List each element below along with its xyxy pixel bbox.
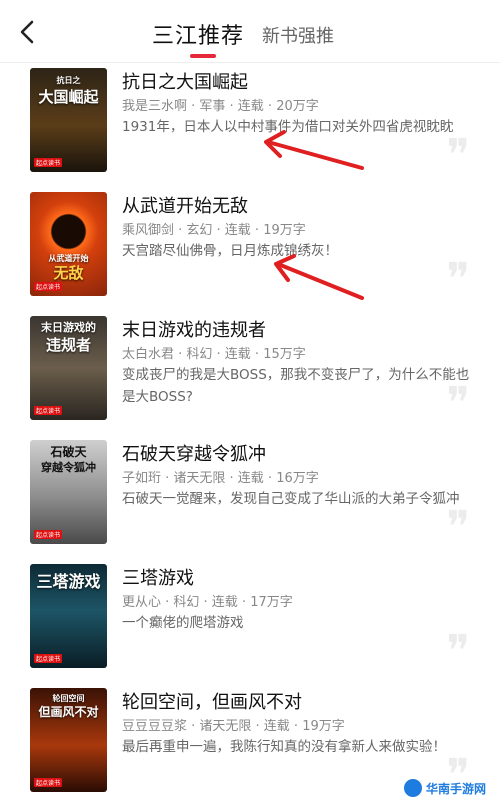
book-meta: 我是三水啊 · 军事 · 连载 · 20万字: [122, 99, 319, 114]
book-title[interactable]: 从武道开始无敌: [122, 192, 248, 218]
cover-brand: 起点读书: [34, 406, 63, 415]
book-title[interactable]: 末日游戏的违规者: [122, 316, 266, 342]
quote-icon: ❞: [446, 254, 470, 305]
cover-subtitle: 轮回空间: [52, 693, 85, 703]
cover-brand: 起点读书: [34, 654, 63, 663]
active-tab-indicator: [190, 54, 216, 58]
quote-icon: ❞: [446, 378, 470, 429]
book-item[interactable]: 三塔游戏 起点读书 三塔游戏 更从心 · 科幻 · 连载 · 17万字 一个癫佬…: [0, 558, 500, 682]
book-meta: 更从心 · 科幻 · 连载 · 17万字: [122, 595, 293, 610]
book-meta: 子如珩 · 诸天无限 · 连载 · 16万字: [122, 471, 319, 486]
site-watermark: 华南手游网: [397, 777, 492, 799]
back-arrow-icon[interactable]: [14, 18, 42, 46]
book-item[interactable]: 石破天 穿越令狐冲 起点读书 石破天穿越令狐冲 子如珩 · 诸天无限 · 连载 …: [0, 434, 500, 558]
book-desc: 石破天一觉醒来，发现自己变成了华山派的大弟子令狐冲: [122, 491, 460, 507]
book-cover[interactable]: 从武道开始 无敌 起点读书: [30, 192, 107, 296]
book-cover[interactable]: 三塔游戏 起点读书: [30, 564, 107, 668]
book-desc: 一个癫佬的爬塔游戏: [122, 615, 244, 631]
book-meta: 乘风御剑 · 玄幻 · 连载 · 19万字: [122, 223, 306, 238]
book-title[interactable]: 石破天穿越令狐冲: [122, 440, 266, 466]
book-cover[interactable]: 轮回空间 但画风不对 起点读书: [30, 688, 107, 792]
cover-brand: 起点读书: [34, 282, 63, 291]
cover-title: 但画风不对: [38, 705, 99, 719]
book-title[interactable]: 抗日之大国崛起: [122, 68, 248, 94]
book-item[interactable]: 抗日之 大国崛起 起点读书 抗日之大国崛起 我是三水啊 · 军事 · 连载 · …: [0, 62, 500, 186]
book-title[interactable]: 三塔游戏: [122, 564, 194, 590]
book-cover[interactable]: 抗日之 大国崛起 起点读书: [30, 68, 107, 172]
quote-icon: ❞: [446, 626, 470, 677]
tab-sanjiang[interactable]: 三江推荐: [152, 18, 244, 50]
cover-brand: 起点读书: [34, 158, 63, 167]
cover-title: 无敌: [53, 264, 84, 282]
book-title[interactable]: 轮回空间，但画风不对: [122, 688, 302, 714]
cover-subtitle: 石破天: [50, 445, 87, 459]
cover-subtitle: 抗日之: [56, 75, 81, 85]
cover-title: 三塔游戏: [36, 572, 101, 591]
watermark-logo-icon: [403, 779, 422, 797]
watermark-text: 华南手游网: [425, 781, 486, 796]
annotation-arrow-icon: [274, 254, 364, 300]
tab-new-books[interactable]: 新书强推: [262, 22, 334, 48]
cover-title: 穿越令狐冲: [41, 461, 96, 474]
book-item[interactable]: 末日游戏的 违规者 起点读书 末日游戏的违规者 太白水君 · 科幻 · 连载 ·…: [0, 310, 500, 434]
cover-title: 大国崛起: [38, 88, 99, 106]
book-list: 抗日之 大国崛起 起点读书 抗日之大国崛起 我是三水啊 · 军事 · 连载 · …: [0, 62, 500, 806]
cover-brand: 起点读书: [34, 778, 63, 787]
top-bar: 三江推荐 新书强推: [0, 0, 500, 63]
book-cover[interactable]: 末日游戏的 违规者 起点读书: [30, 316, 107, 420]
cover-subtitle: 从武道开始: [48, 253, 89, 263]
quote-icon: ❞: [446, 130, 470, 181]
cover-brand: 起点读书: [34, 530, 63, 539]
annotation-arrow-icon: [264, 130, 364, 170]
book-desc: 最后再重申一遍，我陈行知真的没有拿新人来做实验！: [122, 739, 446, 755]
cover-title: 违规者: [45, 336, 91, 354]
book-meta: 豆豆豆豆浆 · 诸天无限 · 连载 · 19万字: [122, 719, 345, 734]
book-meta: 太白水君 · 科幻 · 连载 · 15万字: [122, 347, 306, 362]
quote-icon: ❞: [446, 502, 470, 553]
book-cover[interactable]: 石破天 穿越令狐冲 起点读书: [30, 440, 107, 544]
book-item[interactable]: 从武道开始 无敌 起点读书 从武道开始无敌 乘风御剑 · 玄幻 · 连载 · 1…: [0, 186, 500, 310]
book-desc: 变成丧尸的我是大BOSS，那我不变丧尸了，为什么不能也是大BOSS?: [122, 367, 470, 405]
cover-subtitle: 末日游戏的: [41, 321, 96, 334]
